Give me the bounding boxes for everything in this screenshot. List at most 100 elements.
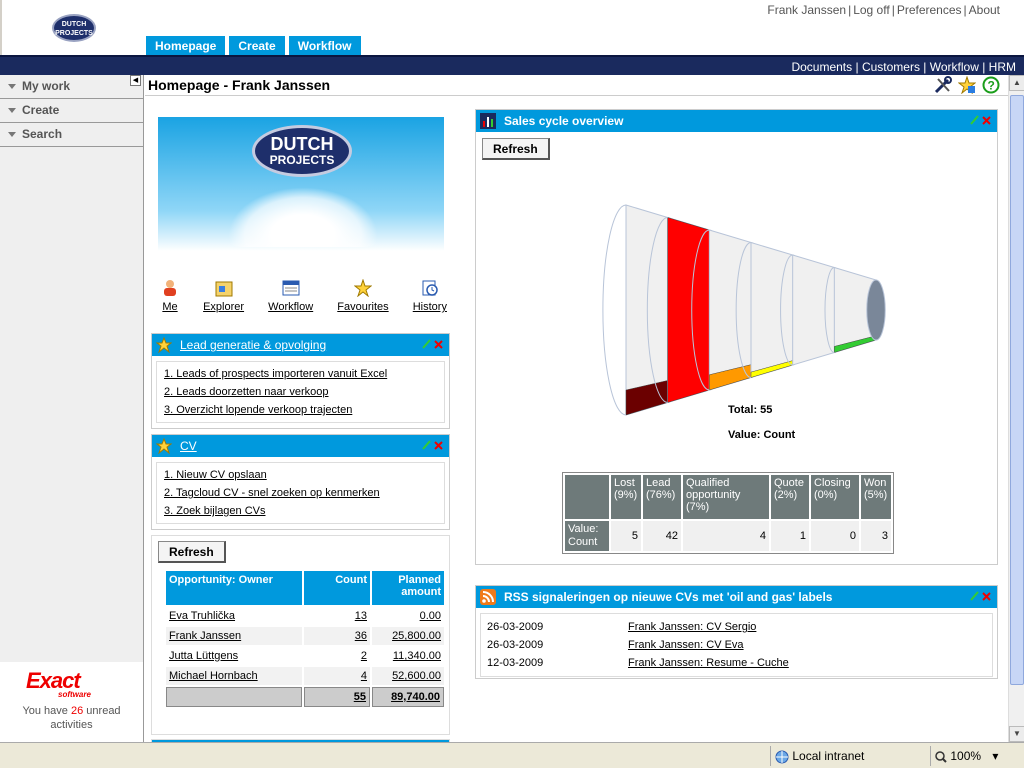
star-icon bbox=[156, 337, 172, 353]
lead-link-2[interactable]: 2. Leads doorzetten naar verkoop bbox=[164, 386, 329, 398]
owner-link[interactable]: Eva Truhlička bbox=[169, 610, 235, 622]
count-link[interactable]: 13 bbox=[355, 610, 367, 622]
user-name-link[interactable]: Frank Janssen bbox=[767, 3, 846, 17]
preferences-link[interactable]: Preferences bbox=[897, 3, 962, 17]
stage-value-row: Value: Count 5 42 4 1 0 3 bbox=[565, 521, 891, 551]
edit-icon[interactable] bbox=[970, 115, 979, 125]
col-owner[interactable]: Opportunity: Owner bbox=[166, 571, 302, 605]
scroll-up-icon[interactable]: ▲ bbox=[1009, 75, 1024, 91]
total-row: 55 89,740.00 bbox=[166, 687, 444, 707]
scroll-down-icon[interactable]: ▼ bbox=[1009, 726, 1024, 742]
table-header-row: Opportunity: Owner Count Planned amount bbox=[166, 571, 444, 605]
zone-label: Local intranet bbox=[792, 749, 865, 763]
count-link[interactable]: 2 bbox=[361, 650, 367, 662]
sales-stage-table: Lost (9%) Lead (76%) Qualified opportuni… bbox=[562, 472, 894, 554]
rss-link[interactable]: Frank Janssen: CV Eva bbox=[628, 636, 744, 654]
zoom-control[interactable]: 100% ▾ bbox=[930, 746, 1010, 766]
quick-link-label: Explorer bbox=[203, 301, 245, 313]
table-row: Frank Janssen 36 25,800.00 bbox=[166, 627, 444, 645]
remove-icon[interactable] bbox=[434, 339, 443, 349]
stage-closing-value: 0 bbox=[811, 521, 859, 551]
amount-link[interactable]: 11,340.00 bbox=[393, 650, 441, 662]
cv-link-1[interactable]: 1. Nieuw CV opslaan bbox=[164, 469, 267, 481]
logo-text-1: DUTCH bbox=[61, 21, 87, 28]
sidebar-item-my-work[interactable]: My work bbox=[0, 75, 143, 99]
sidebar-item-search[interactable]: Search bbox=[0, 123, 143, 147]
company-logo[interactable]: DUTCH PROJECTS bbox=[52, 14, 96, 42]
sales-refresh-button[interactable]: Refresh bbox=[482, 138, 550, 160]
nav-documents[interactable]: Documents bbox=[791, 60, 852, 74]
help-icon[interactable]: ? bbox=[982, 76, 1000, 94]
total-count-link[interactable]: 55 bbox=[354, 691, 366, 703]
quick-link-favourites[interactable]: Favourites bbox=[337, 279, 389, 313]
opportunity-refresh-button[interactable]: Refresh bbox=[158, 541, 226, 563]
widget-tools bbox=[970, 591, 991, 601]
quick-link-explorer[interactable]: Explorer bbox=[203, 279, 244, 313]
amount-link[interactable]: 0.00 bbox=[420, 610, 441, 622]
tab-workflow[interactable]: Workflow bbox=[288, 36, 361, 56]
edit-icon[interactable] bbox=[422, 339, 431, 349]
funnel-end-cap bbox=[866, 279, 886, 341]
nav-workflow[interactable]: Workflow bbox=[930, 60, 979, 74]
about-link[interactable]: About bbox=[969, 3, 1000, 17]
edit-icon[interactable] bbox=[422, 440, 431, 450]
quick-link-me[interactable]: Me bbox=[161, 279, 179, 313]
unread-count: 26 bbox=[70, 705, 84, 717]
tab-create[interactable]: Create bbox=[229, 36, 285, 56]
page-title: Homepage - Frank Janssen bbox=[148, 77, 331, 93]
total-amount-link[interactable]: 89,740.00 bbox=[391, 691, 440, 703]
remove-icon[interactable] bbox=[982, 591, 991, 601]
owner-link[interactable]: Michael Hornbach bbox=[169, 670, 258, 682]
col-count[interactable]: Count bbox=[304, 571, 370, 605]
vertical-scrollbar[interactable]: ▲ ▼ bbox=[1008, 75, 1024, 742]
funnel-group bbox=[602, 204, 886, 416]
count-link[interactable]: 4 bbox=[361, 670, 367, 682]
quick-link-history[interactable]: History bbox=[413, 279, 447, 313]
tab-homepage[interactable]: Homepage bbox=[146, 36, 226, 56]
cv-link-2[interactable]: 2. Tagcloud CV - snel zoeken op kenmerke… bbox=[164, 487, 380, 499]
remove-icon[interactable] bbox=[982, 115, 991, 125]
sidebar-item-label: Search bbox=[22, 127, 63, 141]
lead-widget-body: 1. Leads of prospects importeren vanuit … bbox=[156, 361, 445, 423]
funnel-value-label: Value: Count bbox=[728, 429, 796, 441]
lead-widget-header: Lead generatie & opvolging bbox=[152, 334, 449, 356]
rss-link[interactable]: Frank Janssen: Resume - Cuche bbox=[628, 654, 789, 672]
amount-link[interactable]: 25,800.00 bbox=[392, 630, 441, 642]
cv-link-3[interactable]: 3. Zoek bijlagen CVs bbox=[164, 505, 266, 517]
table-row: Jutta Lüttgens 2 11,340.00 bbox=[166, 647, 444, 665]
stage-quote-value: 1 bbox=[771, 521, 809, 551]
lead-link-3[interactable]: 3. Overzicht lopende verkoop trajecten bbox=[164, 404, 352, 416]
cv-widget: CV 1. Nieuw CV opslaan 2. Tagcloud CV - … bbox=[151, 434, 450, 530]
sidebar-item-create[interactable]: Create bbox=[0, 99, 143, 123]
tools-icon[interactable] bbox=[934, 76, 952, 94]
rss-date: 12-03-2009 bbox=[487, 657, 544, 669]
lead-link-1[interactable]: 1. Leads of prospects importeren vanuit … bbox=[164, 368, 387, 380]
quick-link-label: Favourites bbox=[337, 301, 389, 313]
quick-link-workflow[interactable]: Workflow bbox=[268, 279, 313, 313]
nav-customers[interactable]: Customers bbox=[862, 60, 920, 74]
logoff-link[interactable]: Log off bbox=[853, 3, 889, 17]
count-link[interactable]: 36 bbox=[355, 630, 367, 642]
amount-link[interactable]: 52,600.00 bbox=[392, 670, 441, 682]
owner-link[interactable]: Frank Janssen bbox=[169, 630, 241, 642]
expand-triangle-icon bbox=[8, 132, 16, 138]
unread-activities[interactable]: You have 26 unread activities bbox=[0, 704, 143, 732]
secondary-nav-bar: Documents | Customers | Workflow | HRM bbox=[0, 55, 1024, 75]
edit-icon[interactable] bbox=[970, 591, 979, 601]
banner-line-1: DUTCH bbox=[270, 134, 334, 154]
history-icon bbox=[422, 280, 438, 296]
scroll-thumb[interactable] bbox=[1010, 95, 1024, 685]
nav-hrm[interactable]: HRM bbox=[989, 60, 1016, 74]
stage-won-value: 3 bbox=[861, 521, 891, 551]
rss-link[interactable]: Frank Janssen: CV Sergio bbox=[628, 618, 756, 636]
stage-lost-header: Lost (9%) bbox=[611, 475, 641, 519]
banner-line-2: PROJECTS bbox=[269, 153, 335, 167]
remove-icon[interactable] bbox=[434, 440, 443, 450]
lead-widget-title[interactable]: Lead generatie & opvolging bbox=[180, 338, 326, 352]
stage-lead-header: Lead (76%) bbox=[643, 475, 681, 519]
cv-widget-title[interactable]: CV bbox=[180, 439, 197, 453]
owner-link[interactable]: Jutta Lüttgens bbox=[169, 650, 238, 662]
rss-widget-body: 26-03-2009 Frank Janssen: CV Sergio 26-03… bbox=[480, 613, 993, 677]
col-amount[interactable]: Planned amount bbox=[372, 571, 444, 605]
add-favourite-icon[interactable] bbox=[958, 76, 976, 94]
